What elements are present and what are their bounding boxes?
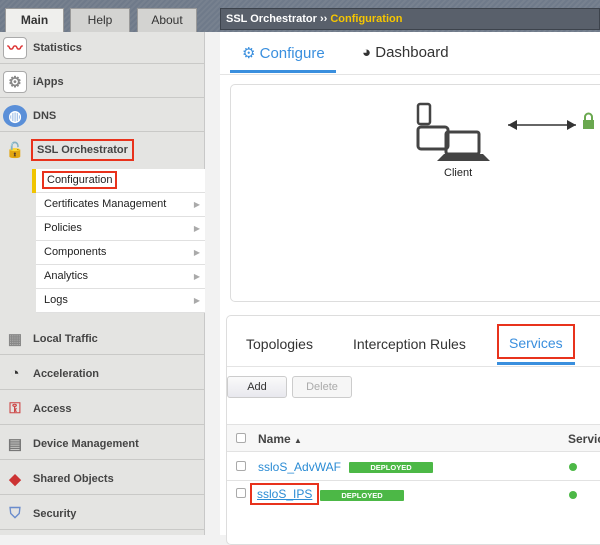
service-link[interactable]: ssloS_IPS: [249, 483, 320, 505]
statistics-icon: 〰: [3, 36, 27, 59]
sidebar-item-dns[interactable]: ◍ DNS: [0, 100, 205, 132]
breadcrumb: SSL Orchestrator ›› Configuration: [220, 8, 600, 30]
tab-help[interactable]: Help: [70, 8, 130, 32]
table-row: ssloS_IPS DEPLOYED: [227, 481, 600, 509]
services-panel: Topologies Interception Rules Services A…: [226, 315, 600, 545]
chevron-right-icon: ▶: [193, 272, 200, 281]
active-tab-underline: [230, 70, 336, 73]
table-header: Name ▲ Servic: [227, 424, 600, 452]
shield-icon: ⛉: [9, 505, 21, 522]
padlock-icon: 🔓: [5, 142, 25, 159]
select-all-checkbox[interactable]: [236, 433, 246, 443]
chevron-right-icon: ▶: [193, 296, 200, 305]
row-checkbox[interactable]: [236, 461, 246, 471]
tab-about[interactable]: About: [137, 8, 197, 32]
column-name[interactable]: Name ▲: [258, 432, 302, 446]
gauge-icon: ◔: [10, 365, 20, 382]
status-dot: [569, 491, 577, 499]
main-content: ⚙ Configure ◕ Dashboard Client Topologie…: [220, 32, 600, 545]
device-icon: ▤: [7, 435, 23, 453]
dashboard-icon: ◕: [362, 44, 372, 61]
sort-asc-icon: ▲: [294, 436, 302, 445]
globe-icon: ◍: [3, 104, 27, 127]
sidebar-item-local-traffic[interactable]: ▦ Local Traffic: [0, 323, 205, 355]
client-label: Client: [444, 167, 473, 179]
client-devices-icon: [416, 102, 594, 161]
sidebar-item-access[interactable]: ⚿ Access: [0, 393, 205, 425]
submenu-analytics[interactable]: Analytics ▶: [36, 265, 205, 289]
sidebar-item-shared-objects[interactable]: ◆ Shared Objects: [0, 463, 205, 495]
tab-main[interactable]: Main: [5, 8, 64, 34]
chevron-right-icon: ▶: [193, 248, 200, 257]
sidebar-item-iapps[interactable]: ⚙ iApps: [0, 66, 205, 98]
topology-diagram: Client: [230, 84, 600, 302]
add-button[interactable]: Add: [227, 376, 287, 398]
tab-dashboard[interactable]: ◕ Dashboard: [362, 44, 449, 61]
submenu-policies[interactable]: Policies ▶: [36, 217, 205, 241]
table-row: ssloS_AdvWAF DEPLOYED: [227, 453, 600, 481]
gears-icon: ⚙: [242, 45, 256, 62]
subtab-services[interactable]: Services: [497, 324, 575, 359]
chevron-right-icon: ▶: [193, 224, 200, 233]
status-badge: DEPLOYED: [349, 462, 433, 473]
sidebar-item-device-management[interactable]: ▤ Device Management: [0, 428, 205, 460]
sidebar-item-statistics[interactable]: 〰 Statistics: [0, 32, 205, 64]
sidebar: 〰 Statistics ⚙ iApps ◍ DNS 🔓 SSL Orchestrato…: [0, 32, 205, 535]
submenu-certificates-management[interactable]: Certificates Management ▶: [36, 193, 205, 217]
iapps-icon: ⚙: [3, 70, 27, 93]
status-badge: DEPLOYED: [320, 490, 404, 501]
submenu-logs[interactable]: Logs ▶: [36, 289, 205, 313]
access-icon: ⚿: [9, 400, 21, 417]
sidebar-item-acceleration[interactable]: ◔ Acceleration: [0, 358, 205, 390]
tab-configure[interactable]: ⚙ Configure: [242, 44, 325, 62]
status-dot: [569, 463, 577, 471]
sidebar-item-security[interactable]: ⛉ Security: [0, 498, 205, 530]
row-checkbox[interactable]: [236, 488, 246, 498]
subtab-topologies[interactable]: Topologies: [246, 336, 313, 352]
local-traffic-icon: ▦: [7, 330, 23, 348]
column-service[interactable]: Servic: [568, 432, 600, 446]
chevron-right-icon: ▶: [193, 200, 200, 209]
sidebar-item-ssl-orchestrator[interactable]: 🔓 SSL Orchestrator: [0, 134, 205, 166]
shared-objects-icon: ◆: [9, 470, 21, 488]
active-subtab-underline: [497, 362, 575, 365]
submenu-components[interactable]: Components ▶: [36, 241, 205, 265]
submenu-configuration[interactable]: Configuration: [36, 169, 205, 193]
service-link[interactable]: ssloS_AdvWAF: [258, 460, 341, 474]
delete-button[interactable]: Delete: [292, 376, 352, 398]
subtab-interception-rules[interactable]: Interception Rules: [353, 336, 466, 352]
